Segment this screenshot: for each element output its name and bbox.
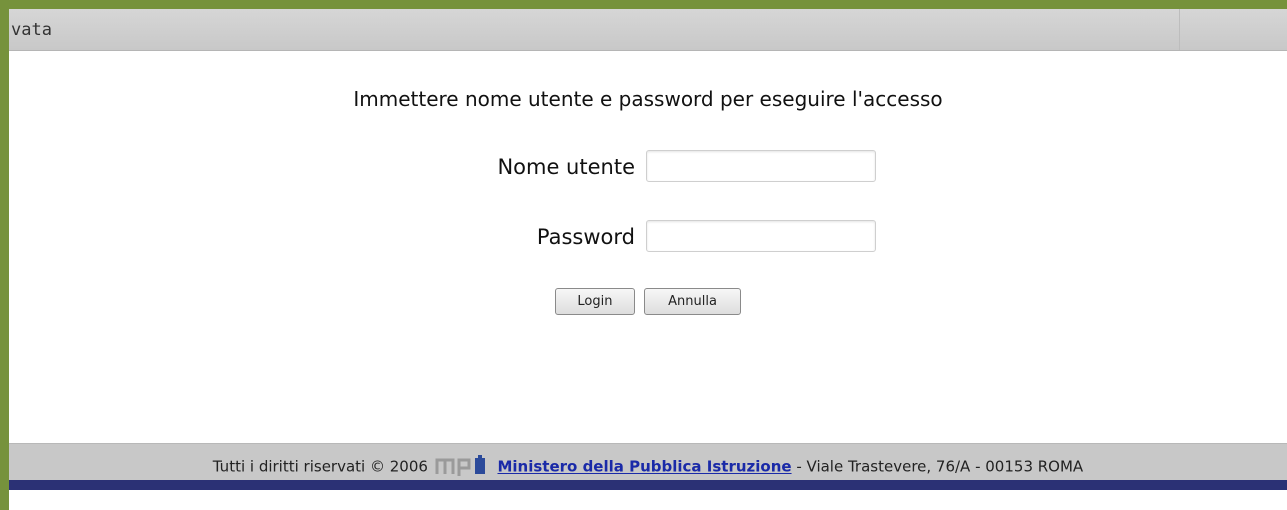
footer-text: Tutti i diritti riservati © 2006 Ministe…: [9, 454, 1287, 480]
header-title: vata: [11, 20, 52, 40]
footer-bar: Tutti i diritti riservati © 2006 Ministe…: [9, 443, 1287, 481]
username-input[interactable]: [646, 150, 876, 182]
ministry-link[interactable]: Ministero della Pubblica Istruzione: [497, 458, 791, 476]
window-frame-top: [0, 0, 1287, 9]
form-buttons: Login Annulla: [9, 288, 1287, 315]
window-frame-left: [0, 0, 9, 510]
mpi-logo-icon: [435, 454, 487, 480]
password-label: Password: [536, 225, 635, 249]
password-input[interactable]: [646, 220, 876, 252]
header-bar: vata: [9, 9, 1287, 51]
login-button[interactable]: Login: [554, 288, 635, 315]
username-row: Nome utente: [9, 150, 1287, 184]
cancel-button[interactable]: Annulla: [644, 288, 742, 315]
password-row: Password: [9, 220, 1287, 254]
footer-address: - Viale Trastevere, 76/A - 00153 ROMA: [791, 457, 1084, 476]
login-prompt: Immettere nome utente e password per ese…: [353, 87, 943, 111]
footer-rights: Tutti i diritti riservati © 2006: [212, 457, 428, 476]
footer-accent-line: [9, 480, 1287, 490]
header-separator: [1179, 9, 1180, 50]
username-label: Nome utente: [497, 155, 635, 179]
